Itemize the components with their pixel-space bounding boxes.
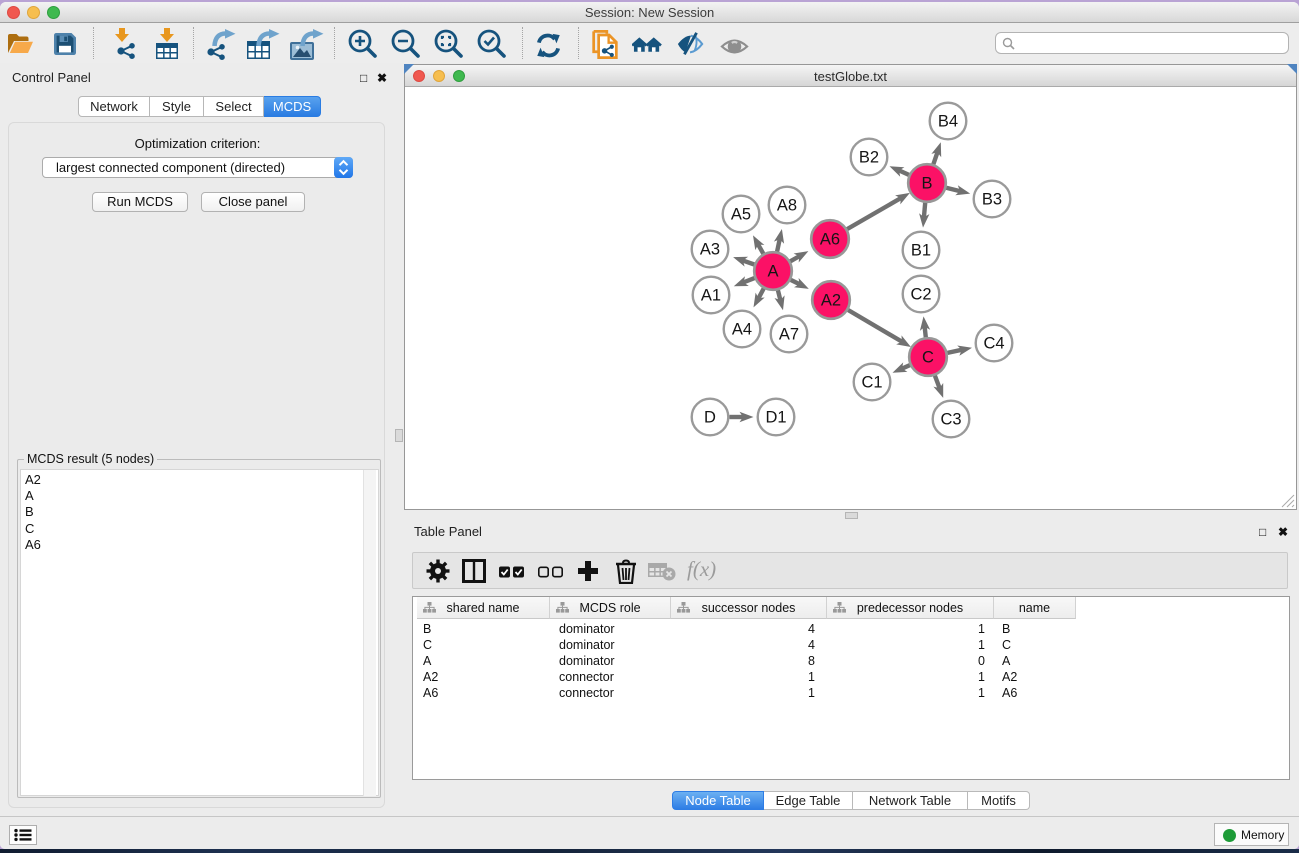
- svg-text:C: C: [922, 349, 934, 367]
- svg-text:A7: A7: [779, 326, 799, 344]
- svg-text:B4: B4: [938, 113, 958, 131]
- svg-text:D1: D1: [765, 409, 786, 427]
- svg-text:A2: A2: [821, 292, 841, 310]
- svg-text:A6: A6: [820, 231, 840, 249]
- svg-text:A5: A5: [731, 206, 751, 224]
- svg-text:B1: B1: [911, 242, 931, 260]
- svg-text:C2: C2: [910, 286, 931, 304]
- svg-text:C3: C3: [940, 411, 961, 429]
- svg-text:B3: B3: [982, 191, 1002, 209]
- svg-text:C1: C1: [861, 374, 882, 392]
- svg-text:C4: C4: [983, 335, 1004, 353]
- svg-text:A1: A1: [701, 287, 721, 305]
- svg-text:A8: A8: [777, 197, 797, 215]
- svg-text:A4: A4: [732, 321, 752, 339]
- svg-text:A: A: [767, 263, 778, 281]
- svg-text:B2: B2: [859, 149, 879, 167]
- svg-text:B: B: [921, 175, 932, 193]
- svg-text:D: D: [704, 409, 716, 427]
- svg-text:A3: A3: [700, 241, 720, 259]
